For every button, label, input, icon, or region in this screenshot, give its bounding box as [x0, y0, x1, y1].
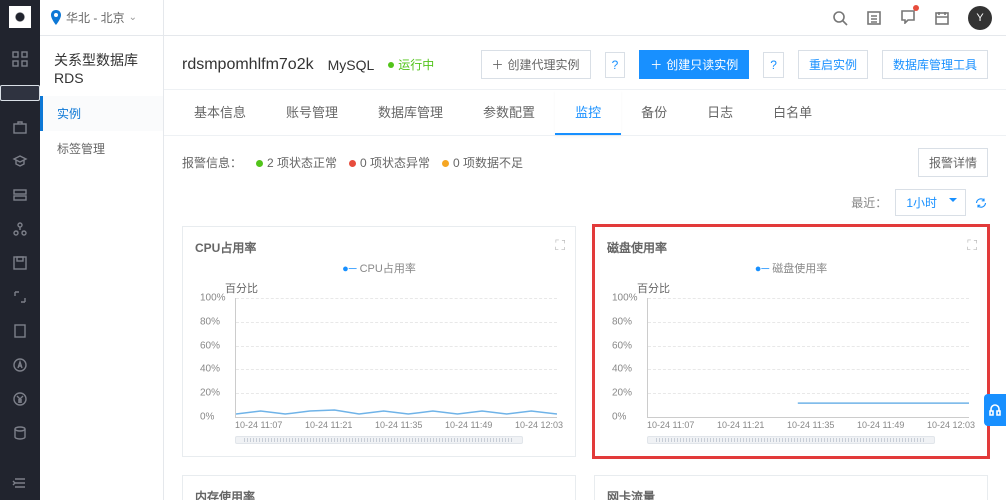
alarm-label: 报警信息： — [182, 154, 242, 171]
chart-title: CPU占用率 — [195, 239, 563, 256]
cap-icon[interactable] — [12, 153, 28, 169]
chevron-down-icon: ⌄ — [129, 12, 137, 23]
search-icon[interactable] — [832, 10, 848, 26]
instance-name: rdsmpomhlfm7o2k — [182, 56, 314, 74]
briefcase-icon[interactable] — [12, 119, 28, 135]
yen-icon[interactable] — [12, 391, 28, 407]
chart-title: 磁盘使用率 — [607, 239, 975, 256]
save-icon[interactable] — [12, 255, 28, 271]
chevron-right-icon[interactable] — [0, 85, 40, 101]
service-title: 关系型数据库RDS — [40, 36, 163, 96]
sidebar-item[interactable]: 标签管理 — [40, 131, 163, 166]
chart-scrollbar[interactable] — [235, 436, 523, 444]
chart-legend: ●─磁盘使用率 — [607, 260, 975, 276]
chart-legend: ●─CPU占用率 — [195, 260, 563, 276]
instance-header: rdsmpomhlfm7o2k MySQL 运行中 ＋ 创建代理实例 ? ＋ 创… — [164, 36, 1006, 90]
alarm-item: 0 项状态异常 — [349, 156, 430, 170]
alarm-detail-button[interactable]: 报警详情 — [918, 148, 988, 177]
chart-card-mem: 内存使用率 — [182, 475, 576, 500]
calendar-icon[interactable] — [934, 10, 950, 26]
tabs: 基本信息账号管理数据库管理参数配置监控备份日志白名单 — [164, 90, 1006, 136]
db-icon[interactable] — [12, 425, 28, 441]
help-button-1[interactable]: ? — [605, 52, 626, 78]
chart-title: 网卡流量 — [607, 488, 975, 500]
chart-card-cpu: CPU占用率 ⛶ ●─CPU占用率 百分比 100%80%60%40%20%0%… — [182, 226, 576, 457]
create-proxy-button[interactable]: ＋ 创建代理实例 — [481, 50, 591, 79]
network-icon[interactable] — [12, 221, 28, 237]
grid-icon[interactable] — [12, 51, 28, 67]
location-icon — [50, 10, 62, 26]
list-icon[interactable] — [866, 10, 882, 26]
expand-icon[interactable]: ⛶ — [967, 237, 977, 254]
alarm-item: 0 项数据不足 — [442, 156, 523, 170]
expand-icon[interactable] — [12, 289, 28, 305]
time-range: 最近： 1小时 — [182, 189, 988, 216]
create-readonly-button[interactable]: ＋ 创建只读实例 — [639, 50, 749, 79]
server-icon[interactable] — [12, 187, 28, 203]
service-sidebar: 华北 - 北京 ⌄ 关系型数据库RDS 实例标签管理 — [40, 0, 164, 500]
topbar: Y — [164, 0, 1006, 36]
recent-label: 最近： — [851, 194, 887, 211]
tab[interactable]: 白名单 — [753, 90, 832, 135]
circle-a-icon[interactable] — [12, 357, 28, 373]
logo-icon — [9, 6, 31, 28]
help-button-2[interactable]: ? — [763, 52, 784, 78]
expand-icon[interactable]: ⛶ — [555, 237, 565, 254]
message-icon[interactable] — [900, 8, 916, 27]
chart-card-nic: 网卡流量 — [594, 475, 988, 500]
tab[interactable]: 监控 — [555, 90, 621, 135]
tab[interactable]: 数据库管理 — [358, 90, 463, 135]
tab[interactable]: 日志 — [687, 90, 753, 135]
tab[interactable]: 备份 — [621, 90, 687, 135]
refresh-icon[interactable] — [974, 196, 988, 210]
db-engine: MySQL — [328, 57, 375, 73]
status-badge: 运行中 — [388, 56, 434, 73]
support-tab[interactable] — [984, 394, 1006, 426]
nav-rail — [0, 0, 40, 500]
db-tools-button[interactable]: 数据库管理工具 — [882, 50, 988, 79]
region-text: 华北 - 北京 — [66, 9, 125, 26]
alarm-item: 2 项状态正常 — [256, 156, 337, 170]
tab[interactable]: 账号管理 — [266, 90, 358, 135]
collapse-icon[interactable] — [12, 475, 28, 491]
alarm-bar: 报警信息： 2 项状态正常 0 项状态异常 0 项数据不足 报警详情 — [182, 148, 988, 177]
chart-title: 内存使用率 — [195, 488, 563, 500]
tab[interactable]: 基本信息 — [174, 90, 266, 135]
tab[interactable]: 参数配置 — [463, 90, 555, 135]
region-selector[interactable]: 华北 - 北京 ⌄ — [40, 0, 163, 36]
chart-scrollbar[interactable] — [647, 436, 935, 444]
time-range-select[interactable]: 1小时 — [895, 189, 966, 216]
avatar[interactable]: Y — [968, 6, 992, 30]
page-icon[interactable] — [12, 323, 28, 339]
sidebar-item[interactable]: 实例 — [40, 96, 163, 131]
chart-card-disk: 磁盘使用率 ⛶ ●─磁盘使用率 百分比 100%80%60%40%20%0% 1… — [594, 226, 988, 457]
restart-button[interactable]: 重启实例 — [798, 50, 868, 79]
